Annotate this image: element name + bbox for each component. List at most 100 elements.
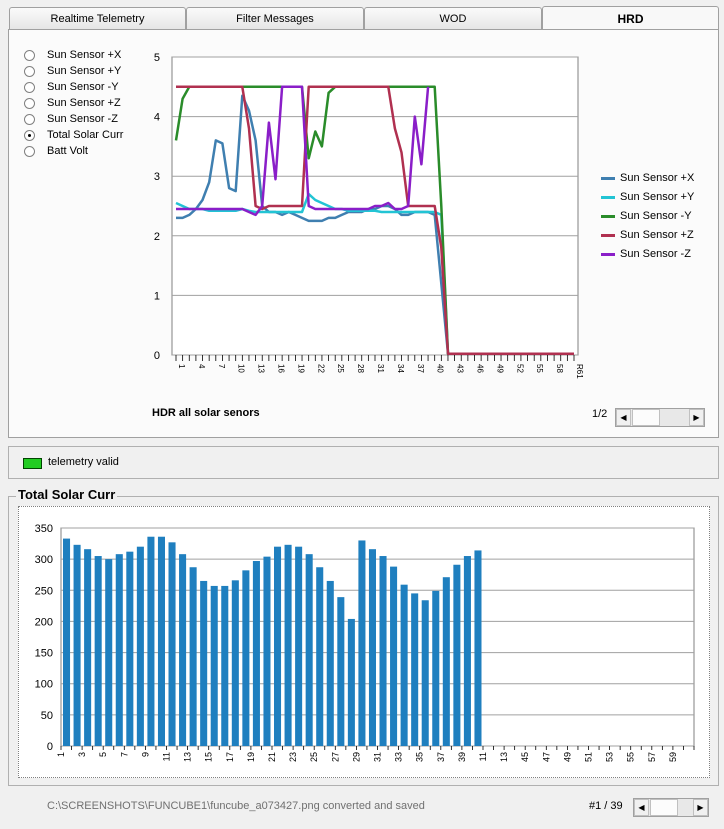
- bar: [200, 580, 208, 746]
- frame-scroll-left-icon[interactable]: ◀: [634, 799, 649, 816]
- bar: [168, 542, 176, 746]
- hrd-line-chart: 0123451 4 7 10 13 16 19 22 25 28 31 34 37 40 43 46 49 52 5…: [154, 52, 584, 379]
- y-tick-label: 1: [154, 290, 160, 302]
- tab-wod[interactable]: WOD: [364, 7, 542, 29]
- y-tick-label: 0: [47, 741, 53, 753]
- x-tick-label: 31: [376, 364, 385, 373]
- x-tick-label: 27: [330, 752, 340, 762]
- y-tick-label: 50: [41, 710, 53, 722]
- bar: [442, 577, 450, 746]
- bar: [105, 559, 113, 746]
- radio-option[interactable]: Sun Sensor +X: [24, 47, 121, 63]
- tab-filter-messages[interactable]: Filter Messages: [186, 7, 364, 29]
- bar: [453, 564, 461, 746]
- radio-option[interactable]: Total Solar Curr: [24, 127, 123, 143]
- footer-message: C:\SCREENSHOTS\FUNCUBE1\funcube_a073427.…: [47, 800, 425, 812]
- legend-swatch: [601, 233, 615, 237]
- telemetry-valid-indicator: [23, 458, 42, 469]
- x-tick-label: 53: [605, 752, 615, 762]
- x-tick-label: 11: [478, 752, 488, 761]
- radio-option[interactable]: Batt Volt: [24, 143, 88, 159]
- legend-label: Sun Sensor +Y: [620, 191, 695, 203]
- tab-realtime-telemetry[interactable]: Realtime Telemetry: [9, 7, 186, 29]
- group-title: Total Solar Curr: [16, 487, 118, 502]
- x-tick-label: 11: [162, 752, 172, 761]
- x-tick-label: 5: [98, 752, 108, 757]
- chart-title: HDR all solar senors: [152, 407, 260, 419]
- radio-circle-icon[interactable]: [24, 113, 35, 125]
- radio-circle-icon[interactable]: [24, 145, 35, 157]
- x-tick-label: 13: [257, 364, 266, 373]
- frame-scroll-right-icon[interactable]: ▶: [693, 799, 708, 816]
- frame-scroll-thumb[interactable]: [650, 799, 678, 816]
- x-tick-label: 9: [140, 752, 150, 757]
- radio-circle-icon[interactable]: [24, 81, 35, 93]
- scroll-right-icon[interactable]: ▶: [689, 409, 704, 426]
- bar: [305, 554, 313, 746]
- x-tick-label: 1: [56, 752, 66, 757]
- x-tick-label: 35: [415, 752, 425, 762]
- x-tick-label: 25: [309, 752, 319, 762]
- radio-circle-icon[interactable]: [24, 65, 35, 77]
- x-tick-label: 55: [535, 364, 544, 373]
- x-tick-label: 29: [351, 752, 361, 762]
- x-tick-label: 37: [416, 364, 425, 373]
- plot-area: [60, 527, 695, 747]
- bar: [463, 556, 471, 746]
- page-scrollbar[interactable]: ◀ ▶: [615, 408, 705, 427]
- radio-label: Sun Sensor +Z: [47, 97, 121, 109]
- tab-hrd[interactable]: HRD: [542, 6, 719, 30]
- x-tick-label: 57: [647, 752, 657, 762]
- bar: [284, 544, 292, 746]
- bar: [379, 556, 387, 746]
- bar: [126, 551, 134, 746]
- legend-label: Sun Sensor +Z: [620, 229, 694, 241]
- radio-label: Sun Sensor -Z: [47, 113, 118, 125]
- x-tick-label: 19: [246, 752, 256, 762]
- telemetry-valid-label: telemetry valid: [48, 456, 119, 468]
- x-tick-label: 47: [541, 752, 551, 762]
- scroll-thumb[interactable]: [632, 409, 660, 426]
- x-tick-label: R61: [575, 364, 584, 379]
- bar: [474, 550, 482, 746]
- x-tick-label: 55: [626, 752, 636, 762]
- radio-option[interactable]: Sun Sensor -Z: [24, 111, 118, 127]
- bar: [390, 566, 398, 746]
- radio-label: Sun Sensor -Y: [47, 81, 119, 93]
- scroll-left-icon[interactable]: ◀: [616, 409, 631, 426]
- bar: [368, 549, 376, 746]
- x-tick-label: 19: [296, 364, 305, 373]
- y-tick-label: 350: [35, 523, 53, 535]
- legend-entry: Sun Sensor -Z: [601, 247, 691, 261]
- legend-swatch: [601, 214, 615, 218]
- radio-circle-icon[interactable]: [24, 97, 35, 109]
- legend-entry: Sun Sensor -Y: [601, 209, 692, 223]
- bar: [242, 570, 250, 746]
- y-tick-label: 200: [35, 616, 53, 628]
- x-tick-label: 7: [119, 752, 129, 757]
- y-tick-label: 150: [35, 648, 53, 660]
- y-tick-label: 3: [154, 171, 160, 183]
- legend-swatch: [601, 176, 615, 180]
- frame-scrollbar[interactable]: ◀ ▶: [633, 798, 709, 817]
- frame-counter: #1 / 39: [589, 800, 623, 812]
- x-tick-label: 59: [668, 752, 678, 762]
- radio-label: Sun Sensor +Y: [47, 65, 122, 77]
- legend-swatch: [601, 195, 615, 199]
- radio-circle-icon[interactable]: [24, 129, 35, 141]
- bar: [84, 549, 92, 746]
- bar: [63, 538, 71, 746]
- radio-option[interactable]: Sun Sensor +Z: [24, 95, 121, 111]
- radio-label: Batt Volt: [47, 145, 88, 157]
- radio-option[interactable]: Sun Sensor +Y: [24, 63, 121, 79]
- radio-option[interactable]: Sun Sensor -Y: [24, 79, 119, 95]
- radio-circle-icon[interactable]: [24, 49, 35, 61]
- bar: [252, 561, 260, 746]
- x-tick-label: 22: [316, 364, 325, 373]
- x-tick-label: 23: [288, 752, 298, 762]
- x-tick-label: 15: [204, 752, 214, 762]
- bar: [73, 544, 81, 746]
- bar: [432, 590, 440, 746]
- bar: [421, 600, 429, 746]
- bar: [337, 597, 345, 746]
